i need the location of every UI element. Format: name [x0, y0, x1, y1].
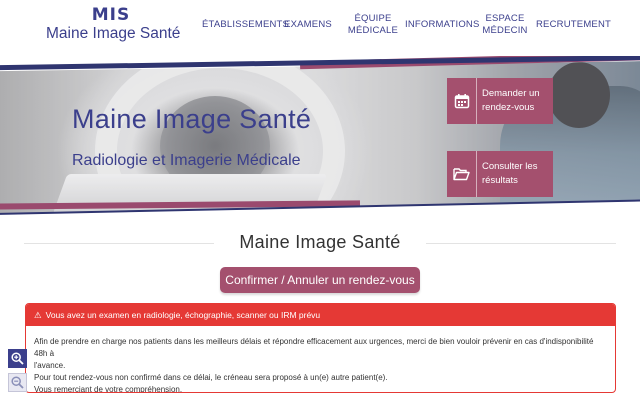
alert-line: Afin de prendre en charge nos patients d…	[34, 337, 594, 358]
site-header: MIS Maine Image Santé Établissements Exa…	[0, 0, 640, 56]
alert-box: ⚠ Vous avez un examen en radiologie, éch…	[25, 303, 616, 393]
calendar-icon	[447, 78, 477, 124]
nav-item-equipe-medicale[interactable]: Équipe médicale	[344, 13, 402, 37]
zoom-out-button[interactable]	[8, 373, 27, 392]
alert-header: ⚠ Vous avez un examen en radiologie, éch…	[26, 304, 615, 326]
logo-mark: MIS	[91, 5, 131, 25]
section-heading: Maine Image Santé	[24, 230, 616, 256]
zoom-in-button[interactable]	[8, 349, 27, 368]
zoom-out-icon	[11, 376, 24, 389]
site-logo[interactable]: MIS Maine Image Santé	[46, 5, 181, 52]
zoom-in-icon	[11, 352, 24, 365]
confirm-cancel-appointment-button[interactable]: Confirmer / Annuler un rendez-vous	[220, 267, 420, 293]
alert-title: Vous avez un examen en radiologie, échog…	[45, 310, 321, 320]
nav-item-etablissements[interactable]: Établissements	[202, 19, 289, 31]
request-appointment-label: Demander un rendez-vous	[482, 88, 540, 113]
banner-title: Maine Image Santé	[72, 104, 312, 134]
alert-line: Vous remerciant de votre compréhension.	[34, 385, 183, 393]
nav-item-recrutement[interactable]: Recrutement	[536, 19, 611, 31]
view-results-button[interactable]: Consulter les résultats	[447, 151, 553, 197]
alert-line: Pour tout rendez-vous non confirmé dans …	[34, 373, 388, 382]
nav-item-examens[interactable]: Examens	[284, 19, 332, 31]
banner-subtitle: Radiologie et Imagerie Médicale	[72, 152, 301, 169]
view-results-label: Consulter les résultats	[482, 161, 538, 186]
warning-icon: ⚠	[34, 309, 42, 320]
nav-item-espace-medecin[interactable]: Espace médecin	[478, 13, 532, 37]
hero-banner: Maine Image Santé Radiologie et Imagerie…	[0, 56, 640, 224]
logo-text: Maine Image Santé	[46, 25, 181, 42]
alert-line: l'avance.	[34, 361, 66, 370]
folder-open-icon	[447, 151, 477, 197]
request-appointment-button[interactable]: Demander un rendez-vous	[447, 78, 553, 124]
nav-item-informations[interactable]: Informations	[405, 19, 479, 31]
alert-body: Afin de prendre en charge nos patients d…	[26, 326, 615, 393]
section-title: Maine Image Santé	[239, 232, 401, 252]
